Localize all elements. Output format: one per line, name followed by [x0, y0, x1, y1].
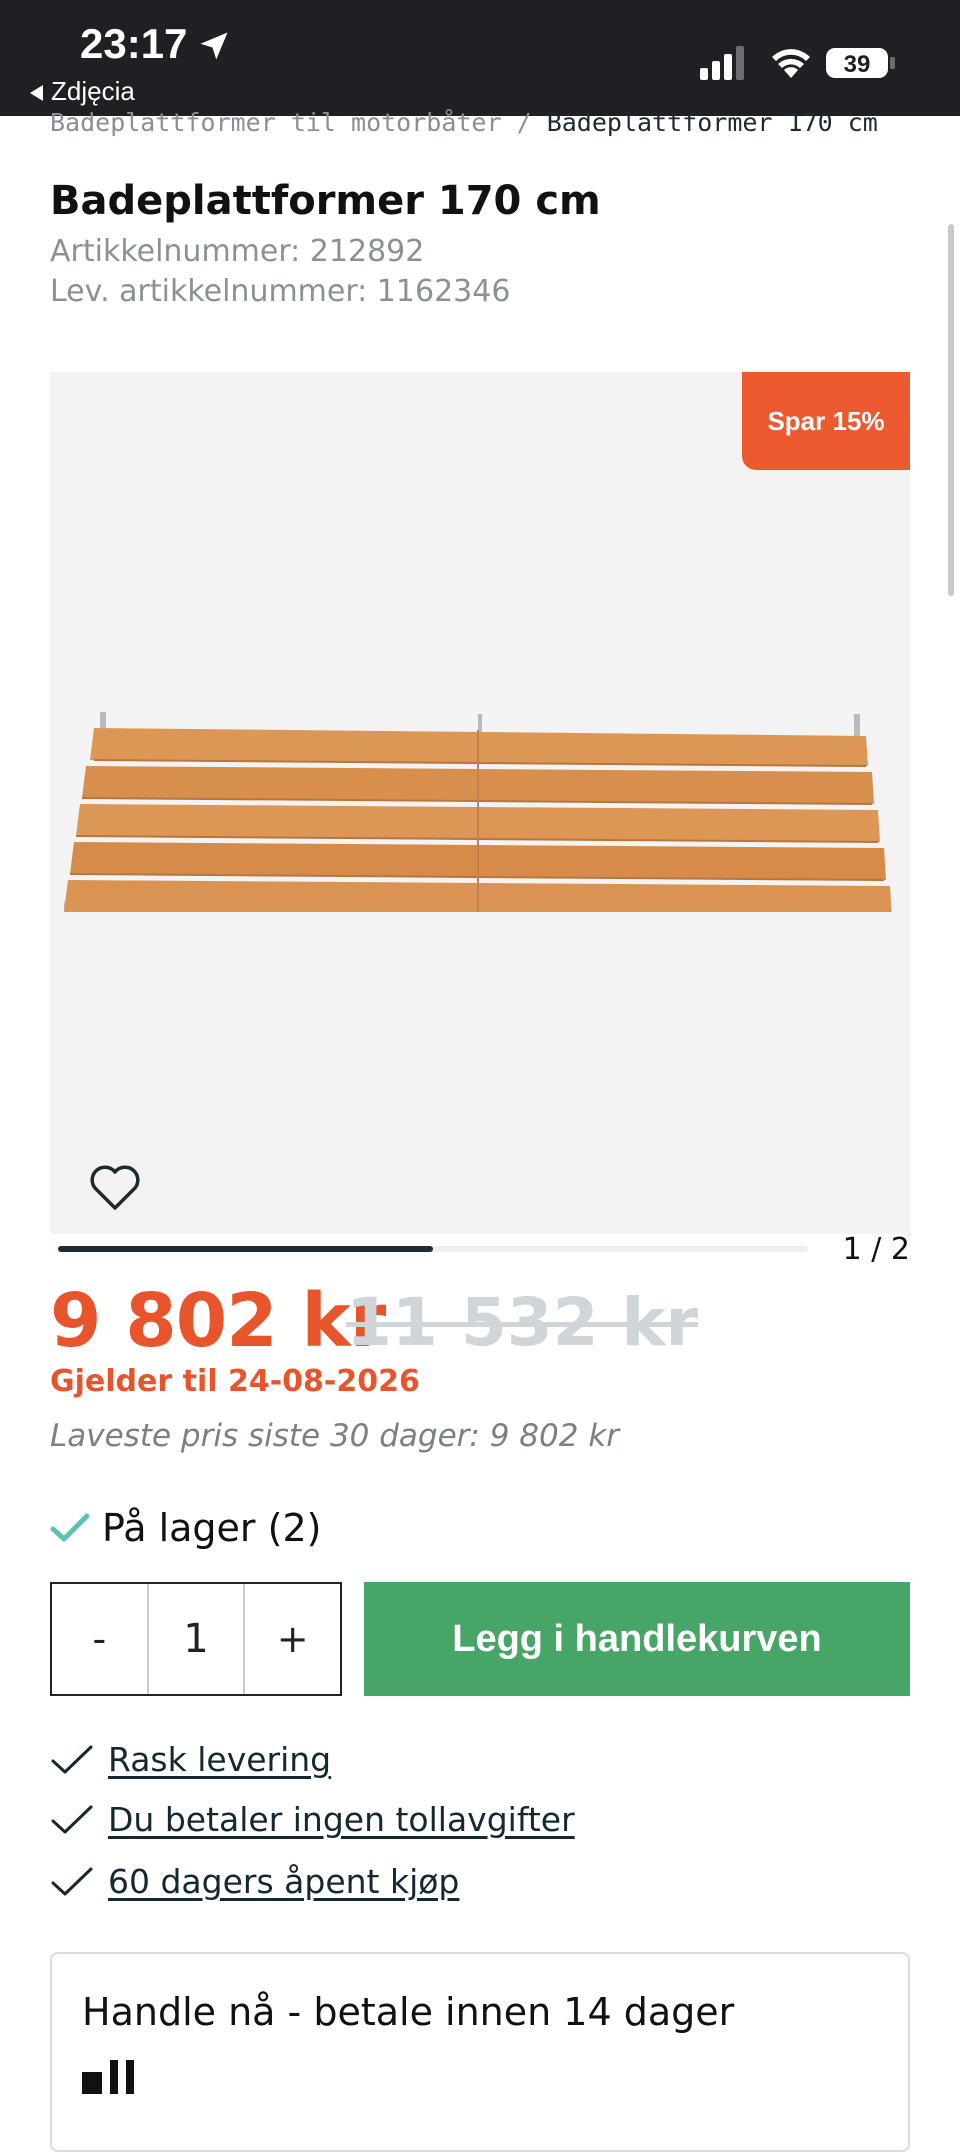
- discount-badge: Spar 15%: [742, 372, 910, 470]
- page-scrollbar[interactable]: [948, 224, 954, 596]
- gallery-progress: [58, 1246, 808, 1252]
- supplier-article-number: Lev. artikkelnummer: 1162346: [50, 274, 511, 309]
- in-stock-check-icon: [50, 1513, 90, 1542]
- gallery-progress-fill: [58, 1246, 433, 1252]
- status-bar: 23:17 Zdjęcia 39: [0, 0, 960, 116]
- lowest-price-note: Laveste pris siste 30 dager: 9 802 kr: [50, 1418, 620, 1454]
- breadcrumb-separator: /: [501, 108, 547, 137]
- favorite-heart-icon[interactable]: [88, 1164, 142, 1212]
- wifi-icon: [772, 49, 810, 78]
- price-valid-until: Gjelder til 24-08-2026: [50, 1364, 420, 1399]
- breadcrumb-current: Badeplattformer 170 cm: [546, 108, 878, 137]
- cellular-signal-icon: [700, 46, 744, 80]
- quantity-stepper: - 1 +: [50, 1582, 342, 1696]
- stock-label: På lager (2): [102, 1506, 322, 1550]
- product-image[interactable]: [50, 652, 910, 912]
- usp-link[interactable]: 60 dagers åpent kjøp: [108, 1862, 459, 1901]
- battery-icon: 39: [826, 48, 895, 78]
- product-gallery[interactable]: Spar 15%: [50, 372, 910, 1234]
- breadcrumb: Badeplattformer til motorbåter / Badepla…: [50, 108, 910, 137]
- back-label: Zdjęcia: [51, 76, 135, 106]
- article-number: Artikkelnummer: 212892: [50, 234, 425, 269]
- product-title: Badeplattformer 170 cm: [50, 178, 601, 224]
- current-price: 9 802 kr: [50, 1278, 386, 1364]
- check-icon: [51, 1867, 93, 1895]
- check-icon: [51, 1805, 93, 1833]
- status-time: 23:17: [80, 20, 188, 67]
- add-to-cart-button[interactable]: Legg i handlekurven: [364, 1582, 910, 1696]
- battery-level: 39: [844, 51, 871, 78]
- payment-option-box[interactable]: Handle nå - betale innen 14 dager: [50, 1952, 910, 2152]
- usp-link[interactable]: Du betaler ingen tollavgifter: [108, 1800, 575, 1839]
- back-to-photos-link[interactable]: Zdjęcia: [30, 76, 135, 107]
- check-icon: [51, 1745, 93, 1773]
- quantity-input[interactable]: 1: [146, 1584, 246, 1694]
- usp-link[interactable]: Rask levering: [108, 1740, 331, 1779]
- teak-slats: [64, 728, 892, 912]
- breadcrumb-parent-link[interactable]: Badeplattformer til motorbåter: [50, 108, 502, 137]
- quantity-increase-button[interactable]: +: [245, 1584, 340, 1694]
- quantity-decrease-button[interactable]: -: [52, 1584, 147, 1694]
- old-price: 11 532 kr: [346, 1284, 699, 1361]
- payment-provider-logo-icon: [82, 2060, 134, 2094]
- stock-status: På lager (2): [50, 1506, 321, 1550]
- gallery-counter: 1 / 2: [842, 1232, 910, 1267]
- back-arrow-icon: [30, 85, 43, 102]
- location-arrow-icon: [200, 32, 228, 60]
- usp-item[interactable]: 60 dagers åpent kjøp: [50, 1862, 459, 1901]
- usp-item[interactable]: Rask levering: [50, 1740, 331, 1779]
- payment-option-title: Handle nå - betale innen 14 dager: [82, 1990, 735, 2034]
- usp-item[interactable]: Du betaler ingen tollavgifter: [50, 1800, 575, 1839]
